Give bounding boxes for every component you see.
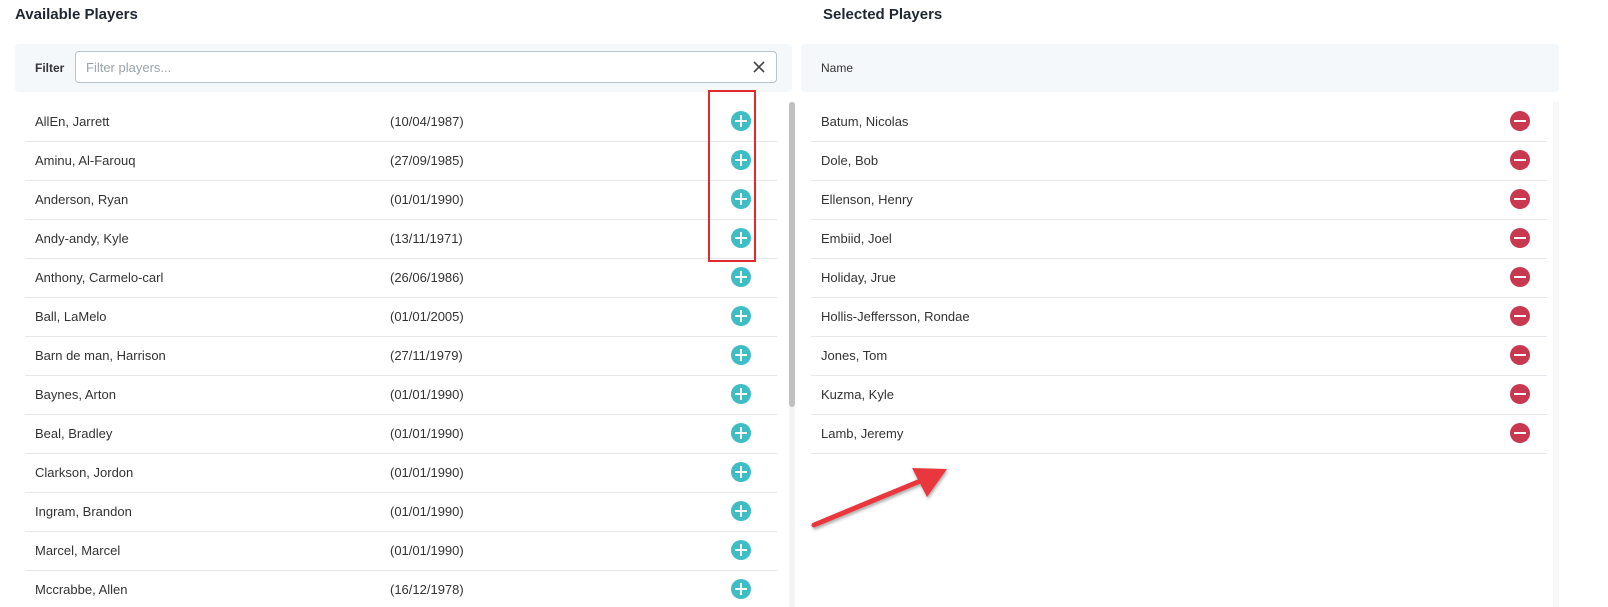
player-name: Holiday, Jrue: [821, 270, 896, 285]
selected-player-row: Embiid, Joel: [811, 219, 1547, 259]
selected-player-row: Jones, Tom: [811, 336, 1547, 376]
available-player-row: Clarkson, Jordon (01/01/1990): [25, 453, 777, 493]
remove-player-button[interactable]: [1510, 267, 1530, 287]
remove-player-button[interactable]: [1510, 345, 1530, 365]
available-player-row: Marcel, Marcel (01/01/1990): [25, 531, 777, 571]
player-name: Andy-andy, Kyle: [35, 231, 129, 246]
selected-player-row: Holiday, Jrue: [811, 258, 1547, 298]
remove-player-button[interactable]: [1510, 423, 1530, 443]
add-player-button[interactable]: [731, 462, 751, 482]
player-name: Baynes, Arton: [35, 387, 116, 402]
player-name: Anthony, Carmelo-carl: [35, 270, 164, 285]
available-player-row: Anderson, Ryan (01/01/1990): [25, 180, 777, 220]
filter-bar: Filter: [15, 44, 792, 92]
add-player-button[interactable]: [731, 384, 751, 404]
player-dob: (01/01/1990): [390, 426, 464, 441]
add-player-button[interactable]: [731, 423, 751, 443]
selected-players-list: Batum, Nicolas Dole, Bob Ellenson, Henry Em…: [801, 102, 1547, 607]
add-player-button[interactable]: [731, 111, 751, 131]
player-name: Jones, Tom: [821, 348, 888, 363]
column-header-name: Name: [821, 61, 854, 75]
add-player-button[interactable]: [731, 501, 751, 521]
selected-list-scroll-track[interactable]: [1553, 102, 1559, 607]
selected-player-row: Hollis-Jeffersson, Rondae: [811, 297, 1547, 337]
player-name: Ball, LaMelo: [35, 309, 107, 324]
filter-players-input[interactable]: [76, 52, 726, 82]
player-dob: (01/01/2005): [390, 309, 464, 324]
selected-player-row: Ellenson, Henry: [811, 180, 1547, 220]
selected-player-row: Batum, Nicolas: [811, 102, 1547, 142]
available-player-row: Baynes, Arton (01/01/1990): [25, 375, 777, 415]
available-player-row: Anthony, Carmelo-carl (26/06/1986): [25, 258, 777, 298]
clear-filter-button[interactable]: [748, 56, 770, 78]
available-players-list: AllEn, Jarrett (10/04/1987) Aminu, Al-Faro…: [15, 102, 777, 607]
available-player-row: Ball, LaMelo (01/01/2005): [25, 297, 777, 337]
player-name: Anderson, Ryan: [35, 192, 129, 207]
available-player-row: Andy-andy, Kyle (13/11/1971): [25, 219, 777, 259]
available-player-row: Ingram, Brandon (01/01/1990): [25, 492, 777, 532]
player-dob: (26/06/1986): [390, 270, 464, 285]
player-dob: (01/01/1990): [390, 504, 464, 519]
selected-player-row: Kuzma, Kyle: [811, 375, 1547, 415]
player-dob: (27/11/1979): [390, 348, 463, 363]
remove-player-button[interactable]: [1510, 150, 1530, 170]
player-dob: (16/12/1978): [390, 582, 464, 597]
player-name: Embiid, Joel: [821, 231, 892, 246]
player-dob: (27/09/1985): [390, 153, 464, 168]
player-dob: (10/04/1987): [390, 114, 464, 129]
player-name: Hollis-Jeffersson, Rondae: [821, 309, 970, 324]
player-dob: (13/11/1971): [390, 231, 463, 246]
player-name: Dole, Bob: [821, 153, 879, 168]
add-player-button[interactable]: [731, 228, 751, 248]
remove-player-button[interactable]: [1510, 189, 1530, 209]
player-name: Ellenson, Henry: [821, 192, 913, 207]
player-name: Ingram, Brandon: [35, 504, 132, 519]
available-player-row: Mccrabbe, Allen (16/12/1978): [25, 570, 777, 607]
selected-players-header: Name: [801, 44, 1559, 92]
add-player-button[interactable]: [731, 345, 751, 365]
player-dob: (01/01/1990): [390, 387, 464, 402]
add-player-button[interactable]: [731, 267, 751, 287]
available-player-row: Barn de man, Harrison (27/11/1979): [25, 336, 777, 376]
available-player-row: AllEn, Jarrett (10/04/1987): [25, 102, 777, 142]
add-player-button[interactable]: [731, 189, 751, 209]
available-list-scrollbar[interactable]: [789, 102, 795, 407]
selected-player-row: Lamb, Jeremy: [811, 414, 1547, 454]
player-dob: (01/01/1990): [390, 192, 464, 207]
player-name: Mccrabbe, Allen: [35, 582, 128, 597]
remove-player-button[interactable]: [1510, 111, 1530, 131]
player-name: Marcel, Marcel: [35, 543, 121, 558]
selected-player-row: Dole, Bob: [811, 141, 1547, 181]
player-dob: (01/01/1990): [390, 465, 464, 480]
available-player-row: Beal, Bradley (01/01/1990): [25, 414, 777, 454]
close-icon: [753, 61, 765, 73]
selected-players-title: Selected Players: [823, 6, 943, 23]
player-name: Beal, Bradley: [35, 426, 113, 441]
add-player-button[interactable]: [731, 150, 751, 170]
player-name: AllEn, Jarrett: [35, 114, 110, 129]
add-player-button[interactable]: [731, 306, 751, 326]
filter-input-wrapper: [75, 51, 777, 83]
player-name: Aminu, Al-Farouq: [35, 153, 136, 168]
remove-player-button[interactable]: [1510, 306, 1530, 326]
available-player-row: Aminu, Al-Farouq (27/09/1985): [25, 141, 777, 181]
player-name: Barn de man, Harrison: [35, 348, 166, 363]
add-player-button[interactable]: [731, 579, 751, 599]
player-name: Batum, Nicolas: [821, 114, 909, 129]
player-name: Clarkson, Jordon: [35, 465, 134, 480]
player-name: Kuzma, Kyle: [821, 387, 894, 402]
filter-label: Filter: [35, 61, 65, 75]
player-dob: (01/01/1990): [390, 543, 464, 558]
add-player-button[interactable]: [731, 540, 751, 560]
available-players-title: Available Players: [15, 6, 138, 23]
remove-player-button[interactable]: [1510, 384, 1530, 404]
player-name: Lamb, Jeremy: [821, 426, 904, 441]
remove-player-button[interactable]: [1510, 228, 1530, 248]
